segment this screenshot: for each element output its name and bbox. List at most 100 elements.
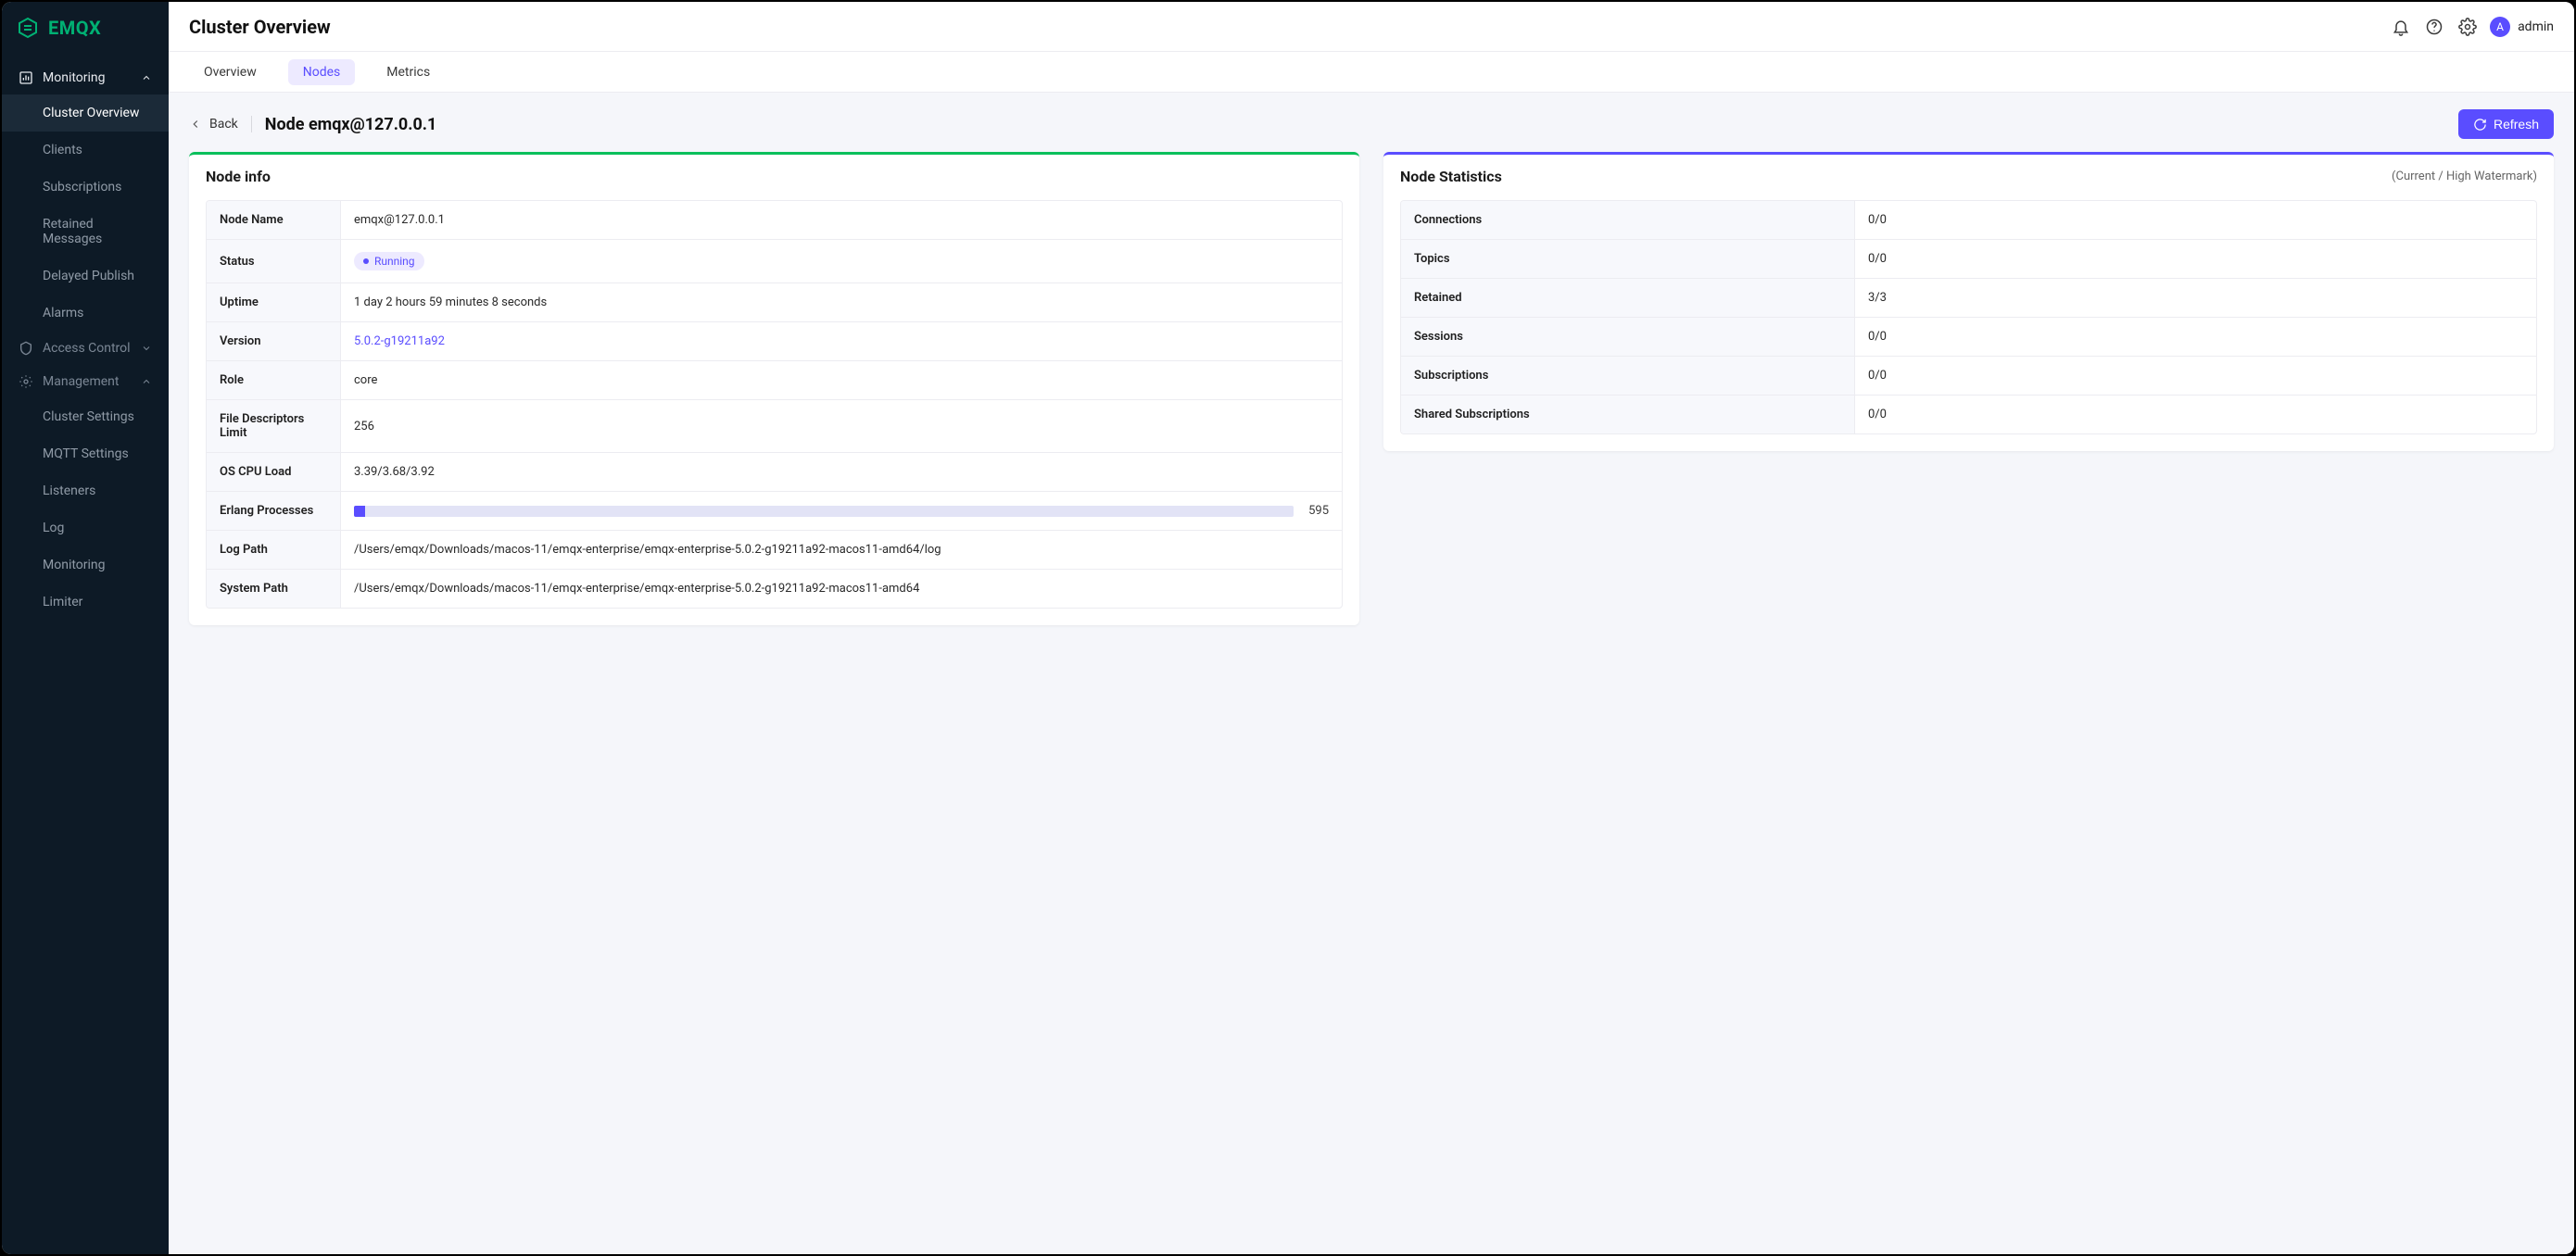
row-val: emqx@127.0.0.1 xyxy=(341,201,1342,239)
sidebar-item-cluster-settings[interactable]: Cluster Settings xyxy=(2,398,169,435)
topbar: Cluster Overview A admin xyxy=(169,2,2574,52)
table-row: File Descriptors Limit 256 xyxy=(207,399,1342,452)
table-row: Sessions0/0 xyxy=(1401,317,2536,356)
sidebar-item-listeners[interactable]: Listeners xyxy=(2,472,169,509)
table-row: OS CPU Load 3.39/3.68/3.92 xyxy=(207,452,1342,491)
tab-overview[interactable]: Overview xyxy=(189,59,271,85)
version-link[interactable]: 5.0.2-g19211a92 xyxy=(354,334,445,348)
content: Back Node emqx@127.0.0.1 Refresh Node in… xyxy=(169,93,2574,1254)
tabbar: Overview Nodes Metrics xyxy=(169,52,2574,93)
sidebar-item-mqtt-settings[interactable]: MQTT Settings xyxy=(2,435,169,472)
table-row: Connections0/0 xyxy=(1401,201,2536,239)
row-key: OS CPU Load xyxy=(207,453,341,491)
status-text: Running xyxy=(374,255,415,268)
table-row: Retained3/3 xyxy=(1401,278,2536,317)
shield-icon xyxy=(19,341,33,356)
bell-icon[interactable] xyxy=(2384,10,2418,44)
username[interactable]: admin xyxy=(2518,19,2554,34)
row-key: Shared Subscriptions xyxy=(1401,396,1855,433)
main: Cluster Overview A admin Overview Nodes Me… xyxy=(169,2,2574,1254)
table-row: Subscriptions0/0 xyxy=(1401,356,2536,395)
nav-group-monitoring[interactable]: Monitoring xyxy=(2,61,169,94)
bar-chart-icon xyxy=(19,70,33,85)
sidebar-item-delayed-publish[interactable]: Delayed Publish xyxy=(2,257,169,295)
nav-group-label: Access Control xyxy=(43,341,141,356)
row-val: 595 xyxy=(341,492,1342,530)
chevron-down-icon xyxy=(141,343,152,354)
row-key: System Path xyxy=(207,570,341,608)
card-subtitle-node-stats: (Current / High Watermark) xyxy=(2392,170,2537,183)
row-val: 0/0 xyxy=(1855,318,2536,356)
divider xyxy=(251,116,252,132)
card-node-stats: Node Statistics (Current / High Watermar… xyxy=(1383,152,2554,451)
row-val: 5.0.2-g19211a92 xyxy=(341,322,1342,360)
chevron-up-icon xyxy=(141,72,152,83)
row-val: /Users/emqx/Downloads/macos-11/emqx-ente… xyxy=(341,531,1342,569)
subheader: Back Node emqx@127.0.0.1 Refresh xyxy=(169,93,2574,152)
row-key: Sessions xyxy=(1401,318,1855,356)
tab-metrics[interactable]: Metrics xyxy=(372,59,445,85)
brand[interactable]: EMQX xyxy=(2,2,169,56)
row-val: 0/0 xyxy=(1855,240,2536,278)
card-title-node-stats: Node Statistics xyxy=(1400,168,2392,185)
chevron-left-icon xyxy=(189,118,202,131)
sidebar-item-limiter[interactable]: Limiter xyxy=(2,584,169,621)
row-val: 3/3 xyxy=(1855,279,2536,317)
sidebar-item-subscriptions[interactable]: Subscriptions xyxy=(2,169,169,206)
row-key: Erlang Processes xyxy=(207,492,341,530)
card-node-info: Node info Node Name emqx@127.0.0.1 Statu… xyxy=(189,152,1359,625)
table-row: Node Name emqx@127.0.0.1 xyxy=(207,201,1342,239)
row-val: 0/0 xyxy=(1855,357,2536,395)
avatar[interactable]: A xyxy=(2490,17,2510,37)
node-info-table: Node Name emqx@127.0.0.1 Status Running xyxy=(206,200,1343,609)
chevron-up-icon xyxy=(141,376,152,387)
node-title: Node emqx@127.0.0.1 xyxy=(265,115,437,134)
page-title: Cluster Overview xyxy=(189,16,331,38)
row-key: Role xyxy=(207,361,341,399)
status-dot-icon xyxy=(363,258,369,264)
table-row: Status Running xyxy=(207,239,1342,283)
node-stats-table: Connections0/0Topics0/0Retained3/3Sessio… xyxy=(1400,200,2537,434)
table-row: Erlang Processes 595 xyxy=(207,491,1342,530)
row-key: Log Path xyxy=(207,531,341,569)
row-key: Subscriptions xyxy=(1401,357,1855,395)
sidebar-item-clients[interactable]: Clients xyxy=(2,132,169,169)
row-key: File Descriptors Limit xyxy=(207,400,341,452)
row-key: Status xyxy=(207,240,341,283)
sidebar: EMQX Monitoring Cluster OverviewClientsSu… xyxy=(2,2,169,1254)
nav-group-label: Management xyxy=(43,374,141,389)
row-key: Retained xyxy=(1401,279,1855,317)
sidebar-item-log[interactable]: Log xyxy=(2,509,169,546)
nav-group-access-control[interactable]: Access Control xyxy=(2,332,169,365)
row-val: 1 day 2 hours 59 minutes 8 seconds xyxy=(341,283,1342,321)
row-val: 256 xyxy=(341,400,1342,452)
card-title-node-info: Node info xyxy=(206,168,1343,185)
tab-nodes[interactable]: Nodes xyxy=(288,59,356,85)
settings-icon[interactable] xyxy=(2451,10,2484,44)
row-val: 0/0 xyxy=(1855,396,2536,433)
table-row: Version 5.0.2-g19211a92 xyxy=(207,321,1342,360)
gear-icon xyxy=(19,374,33,389)
back-label: Back xyxy=(209,117,238,132)
brand-text: EMQX xyxy=(48,17,101,39)
sidebar-item-monitoring[interactable]: Monitoring xyxy=(2,546,169,584)
row-key: Version xyxy=(207,322,341,360)
back-link[interactable]: Back xyxy=(189,117,238,132)
sidebar-item-cluster-overview[interactable]: Cluster Overview xyxy=(2,94,169,132)
emqx-logo-icon xyxy=(17,17,39,39)
progress-bar xyxy=(354,506,1294,517)
row-val: core xyxy=(341,361,1342,399)
nav-group-management[interactable]: Management xyxy=(2,365,169,398)
table-row: System Path /Users/emqx/Downloads/macos-… xyxy=(207,569,1342,608)
help-icon[interactable] xyxy=(2418,10,2451,44)
refresh-button[interactable]: Refresh xyxy=(2458,109,2554,139)
nav: Monitoring Cluster OverviewClientsSubscri… xyxy=(2,56,169,1254)
table-row: Uptime 1 day 2 hours 59 minutes 8 second… xyxy=(207,283,1342,321)
nav-group-label: Monitoring xyxy=(43,70,141,85)
status-badge: Running xyxy=(354,252,424,270)
sidebar-item-alarms[interactable]: Alarms xyxy=(2,295,169,332)
row-val: 0/0 xyxy=(1855,201,2536,239)
sidebar-item-retained-messages[interactable]: Retained Messages xyxy=(2,206,169,257)
table-row: Role core xyxy=(207,360,1342,399)
refresh-icon xyxy=(2473,118,2487,132)
